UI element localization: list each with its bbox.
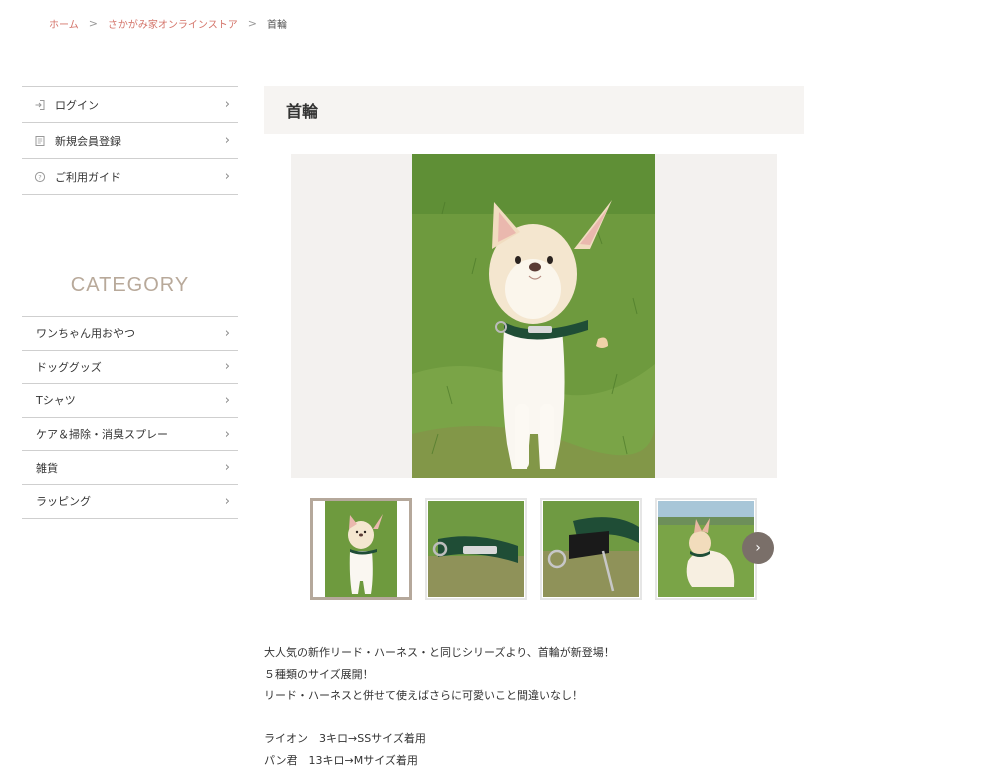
breadcrumb-home-link[interactable]: ホーム	[49, 16, 79, 31]
thumbnail-image	[543, 501, 639, 597]
breadcrumb-current: 首輪	[266, 20, 287, 31]
chevron-right-icon: ›	[224, 169, 230, 184]
description-line: リード・ハーネスと併せて使えばさらに可愛いこと間違いなし！	[264, 689, 583, 702]
thumbnail-3[interactable]	[540, 498, 642, 600]
menu-item-label: ログイン	[55, 98, 99, 112]
category-item-goods[interactable]: 雑貨 ›	[22, 451, 238, 485]
chevron-right-icon: ›	[224, 460, 230, 476]
product-image-frame	[291, 154, 777, 478]
category-item-treats[interactable]: ワンちゃん用おやつ ›	[22, 317, 238, 351]
chevron-right-icon: ›	[224, 97, 230, 112]
thumbnail-1[interactable]	[310, 498, 412, 600]
category-item-label: Tシャツ	[36, 394, 76, 408]
category-item-label: ワンちゃん用おやつ	[36, 327, 135, 341]
menu-item-login[interactable]: ログイン ›	[22, 87, 238, 123]
menu-item-label: ご利用ガイド	[55, 170, 121, 184]
category-item-label: 雑貨	[36, 461, 58, 475]
product-main-image[interactable]	[412, 154, 655, 478]
category-item-dog-goods[interactable]: ドッググッズ ›	[22, 351, 238, 385]
description-line: パン君 13キロ→Mサイズ着用	[264, 753, 418, 767]
chevron-right-icon: ›	[224, 493, 230, 509]
thumbnail-image	[658, 501, 754, 597]
category-item-care[interactable]: ケア＆掃除・消臭スプレー ›	[22, 418, 238, 452]
thumbnail-image	[428, 501, 524, 597]
chevron-right-icon: ›	[224, 133, 230, 148]
breadcrumb-separator: >	[247, 17, 257, 30]
category-item-wrapping[interactable]: ラッピング ›	[22, 485, 238, 519]
description-line: ライオン 3キロ→SSサイズ着用	[264, 732, 426, 745]
page-title-box: 首輪	[264, 86, 804, 134]
breadcrumb-separator: >	[88, 17, 98, 30]
menu-item-label: 新規会員登録	[55, 134, 121, 148]
chevron-right-icon: ›	[224, 325, 230, 341]
breadcrumb-store-link[interactable]: さかがみ家オンラインストア	[108, 16, 238, 31]
category-item-label: ケア＆掃除・消臭スプレー	[36, 428, 168, 442]
chevron-right-icon: ›	[755, 540, 761, 556]
next-thumbnail-button[interactable]: ›	[742, 532, 774, 564]
thumbnail-image	[325, 501, 397, 597]
thumbnail-strip	[310, 498, 770, 600]
category-menu: ワンちゃん用おやつ › ドッググッズ › Tシャツ › ケア＆掃除・消臭スプレー…	[22, 316, 238, 519]
help-icon: ?	[34, 171, 46, 183]
chevron-right-icon: ›	[224, 426, 230, 442]
chevron-right-icon: ›	[224, 359, 230, 375]
page-title: 首輪	[286, 102, 319, 121]
thumbnail-2[interactable]	[425, 498, 527, 600]
category-item-tshirts[interactable]: Tシャツ ›	[22, 384, 238, 418]
login-icon	[34, 99, 46, 111]
description-line: 大人気の新作リード・ハーネス・と同じシリーズより、首輪が新登場！	[264, 646, 615, 659]
product-description: 大人気の新作リード・ハーネス・と同じシリーズより、首輪が新登場！ ５種類のサイズ…	[264, 642, 615, 771]
description-line: ５種類のサイズ展開！	[264, 667, 374, 681]
category-item-label: ドッググッズ	[36, 360, 102, 374]
breadcrumb: ホーム > さかがみ家オンラインストア > 首輪	[49, 16, 287, 31]
category-item-label: ラッピング	[36, 495, 91, 509]
category-heading: CATEGORY	[70, 274, 190, 296]
menu-item-guide[interactable]: ? ご利用ガイド ›	[22, 159, 238, 195]
chevron-right-icon: ›	[224, 392, 230, 408]
menu-item-register[interactable]: 新規会員登録 ›	[22, 123, 238, 159]
description-line	[264, 707, 615, 729]
svg-text:?: ?	[38, 173, 41, 181]
register-icon	[34, 135, 46, 147]
user-menu: ログイン › 新規会員登録 › ? ご利用ガイド ›	[22, 86, 238, 195]
